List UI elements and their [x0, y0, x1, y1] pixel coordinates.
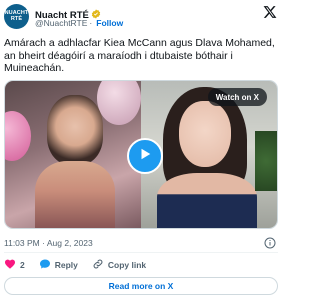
play-icon: [138, 147, 152, 166]
action-bar: 2 Reply Copy link: [4, 258, 160, 272]
tweet-text: Amárach a adhlacfar Kiea McCann agus Dla…: [4, 37, 275, 74]
watch-on-x-button[interactable]: Watch on X: [207, 88, 267, 106]
timestamp[interactable]: 11:03 PM · Aug 2, 2023: [4, 238, 93, 248]
like-button[interactable]: 2: [4, 258, 25, 272]
separator-dot: ·: [89, 18, 93, 28]
like-count: 2: [20, 260, 25, 270]
copy-link-label: Copy link: [107, 260, 147, 270]
avatar[interactable]: NUACHT RTÉ: [4, 4, 29, 29]
balloon-decoration: [97, 81, 141, 125]
follow-button[interactable]: Follow: [96, 18, 123, 28]
link-icon: [92, 258, 104, 272]
timestamp-text: 11:03 PM · Aug 2, 2023: [4, 238, 93, 248]
tweet-embed-card: NUACHT RTÉ Nuacht RTÉ @NuachtRTE · Follo…: [0, 0, 284, 300]
person-body: [35, 161, 115, 228]
person-face: [179, 101, 231, 167]
play-button[interactable]: [127, 138, 163, 174]
balloon-decoration: [5, 111, 31, 161]
read-more-button[interactable]: Read more on X: [4, 277, 278, 295]
avatar-text-line2: RTÉ: [10, 15, 23, 22]
x-logo-icon[interactable]: [262, 4, 278, 20]
reply-bubble-icon: [39, 258, 51, 272]
person-silhouette: [47, 95, 103, 165]
tweet-header: NUACHT RTÉ Nuacht RTÉ @NuachtRTE · Follo…: [4, 4, 280, 30]
handle[interactable]: @NuachtRTE: [35, 18, 87, 28]
video-media[interactable]: Watch on X: [4, 80, 278, 229]
reply-button[interactable]: Reply: [39, 258, 78, 272]
photo-left: [5, 81, 141, 228]
divider: [4, 252, 278, 253]
person-body: [157, 173, 257, 228]
foliage-decoration: [255, 131, 277, 191]
reply-label: Reply: [54, 260, 78, 270]
info-icon[interactable]: [264, 236, 276, 249]
handle-row: @NuachtRTE · Follow: [35, 18, 123, 28]
heart-icon: [4, 258, 16, 272]
copy-link-button[interactable]: Copy link: [92, 258, 146, 272]
